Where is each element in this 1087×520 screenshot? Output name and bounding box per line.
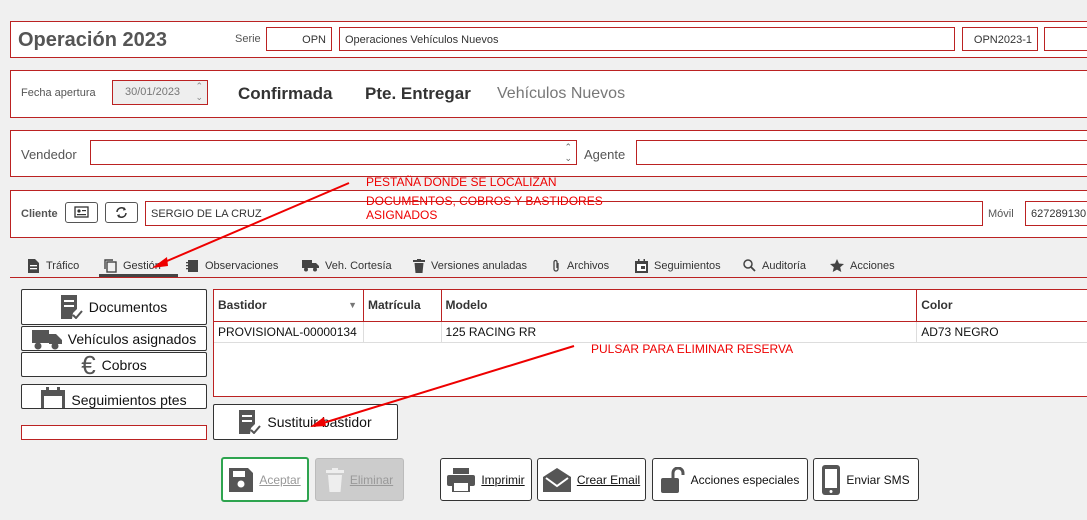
arrow-to-sustituir-button bbox=[319, 345, 575, 425]
arrow-to-gestion-tab bbox=[159, 182, 350, 265]
annotation-arrows bbox=[152, 182, 575, 427]
arrow-head-sustituir bbox=[310, 417, 326, 427]
arrow-head-gestion bbox=[152, 257, 168, 268]
